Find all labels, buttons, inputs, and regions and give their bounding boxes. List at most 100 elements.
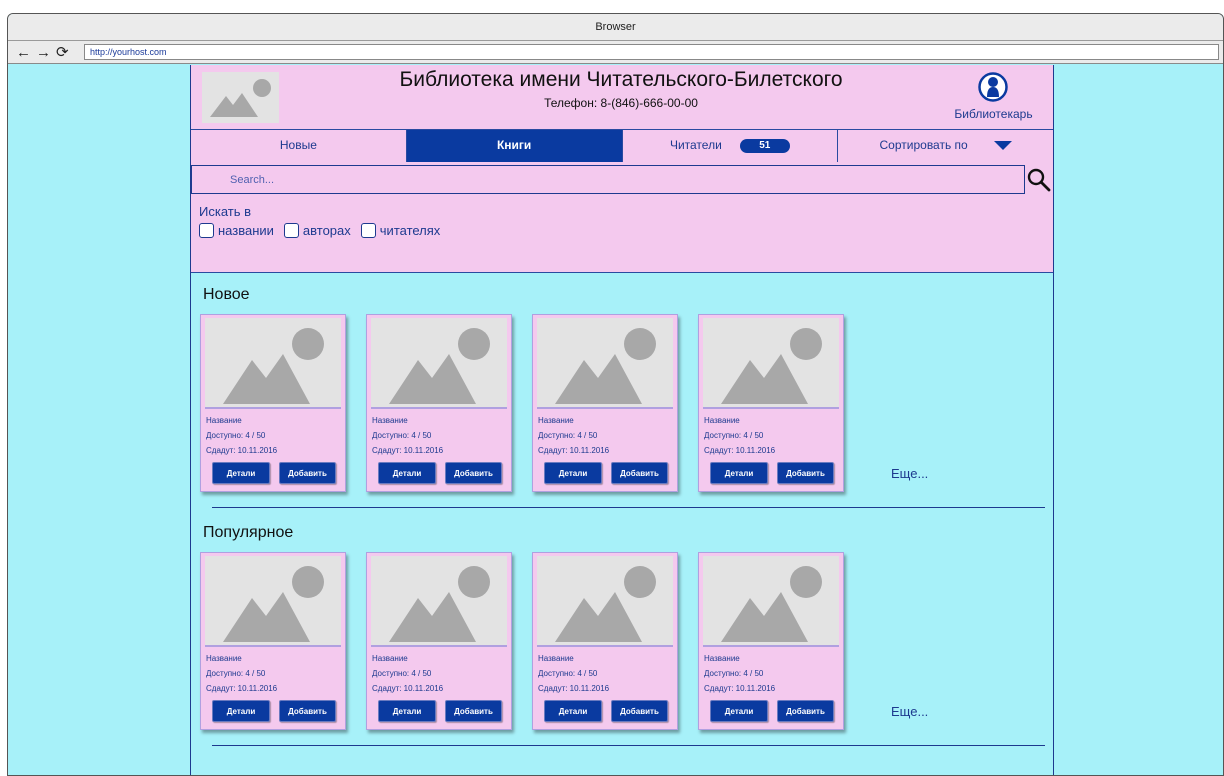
image-placeholder-icon	[223, 328, 324, 404]
book-meta: Название Доступно: 4 / 50 Сдадут: 10.11.…	[372, 651, 443, 696]
card-actions: Детали Добавить	[212, 462, 336, 484]
checkbox[interactable]	[360, 223, 376, 238]
book-title: Название	[372, 654, 408, 663]
card-actions: Детали Добавить	[544, 462, 668, 484]
more-link[interactable]: Еще...	[891, 704, 928, 719]
window-title: Browser	[8, 14, 1223, 41]
search-filters: названии авторах читателях	[199, 223, 440, 238]
forward-arrow-icon[interactable]: →	[36, 44, 53, 61]
section-divider	[212, 745, 1045, 746]
book-card[interactable]: Название Доступно: 4 / 50 Сдадут: 10.11.…	[200, 552, 346, 730]
image-placeholder-icon	[223, 566, 324, 642]
tab-label: Сортировать по	[879, 138, 968, 152]
book-cover	[537, 556, 673, 647]
book-cover	[371, 556, 507, 647]
page-title: Библиотека имени Читательского-Билетског…	[399, 68, 843, 91]
library-header: Библиотека имени Читательского-Билетског…	[191, 65, 1053, 273]
filter-readers[interactable]: читателях	[360, 223, 440, 238]
add-button[interactable]: Добавить	[279, 700, 336, 722]
add-button[interactable]: Добавить	[777, 462, 834, 484]
image-placeholder-icon	[555, 566, 656, 642]
url-field[interactable]: http://yourhost.com	[84, 44, 1219, 60]
card-actions: Детали Добавить	[212, 700, 336, 722]
sort-dropdown[interactable]: Сортировать по	[838, 130, 1053, 162]
page: Библиотека имени Читательского-Билетског…	[190, 65, 1054, 775]
book-card[interactable]: Название Доступно: 4 / 50 Сдадут: 10.11.…	[200, 314, 346, 492]
book-title: Название	[704, 416, 740, 425]
book-card[interactable]: Название Доступно: 4 / 50 Сдадут: 10.11.…	[698, 314, 844, 492]
book-due-date: Сдадут: 10.11.2016	[206, 446, 278, 455]
book-card[interactable]: Название Доступно: 4 / 50 Сдадут: 10.11.…	[698, 552, 844, 730]
filter-title[interactable]: названии	[199, 223, 274, 238]
add-button[interactable]: Добавить	[445, 462, 502, 484]
details-button[interactable]: Детали	[212, 462, 270, 484]
add-button[interactable]: Добавить	[611, 462, 668, 484]
book-meta: Название Доступно: 4 / 50 Сдадут: 10.11.…	[704, 651, 775, 696]
book-due-date: Сдадут: 10.11.2016	[538, 684, 610, 693]
tab-new[interactable]: Новые	[191, 130, 407, 162]
section-title: Новое	[203, 286, 250, 303]
image-placeholder-icon	[721, 328, 822, 404]
section-title: Популярное	[203, 524, 294, 541]
card-actions: Детали Добавить	[710, 462, 834, 484]
book-title: Название	[206, 654, 242, 663]
book-meta: Название Доступно: 4 / 50 Сдадут: 10.11.…	[206, 413, 277, 458]
checkbox[interactable]	[199, 223, 214, 238]
book-due-date: Сдадут: 10.11.2016	[704, 684, 776, 693]
book-cover	[205, 318, 341, 409]
book-card[interactable]: Название Доступно: 4 / 50 Сдадут: 10.11.…	[532, 314, 678, 492]
details-button[interactable]: Детали	[710, 462, 768, 484]
tab-books[interactable]: Книги	[406, 130, 623, 162]
details-button[interactable]: Детали	[544, 462, 602, 484]
details-button[interactable]: Детали	[378, 700, 436, 722]
book-card-list: Название Доступно: 4 / 50 Сдадут: 10.11.…	[200, 314, 844, 492]
readers-count-badge: 51	[739, 138, 790, 153]
add-button[interactable]: Добавить	[777, 700, 834, 722]
card-actions: Детали Добавить	[378, 462, 502, 484]
details-button[interactable]: Детали	[378, 462, 436, 484]
filter-authors[interactable]: авторах	[283, 223, 351, 238]
book-availability: Доступно: 4 / 50	[538, 669, 598, 678]
search-input[interactable]	[192, 166, 1024, 193]
add-button[interactable]: Добавить	[611, 700, 668, 722]
book-title: Название	[538, 654, 574, 663]
address-bar: ← → ⟳ http://yourhost.com	[8, 41, 1223, 64]
image-placeholder-icon	[210, 79, 271, 117]
back-arrow-icon[interactable]: ←	[16, 44, 33, 61]
phone-number: Телефон: 8-(846)-666-00-00	[544, 96, 698, 110]
book-meta: Название Доступно: 4 / 50 Сдадут: 10.11.…	[538, 413, 609, 458]
filter-label: авторах	[302, 223, 351, 238]
book-cover	[703, 318, 839, 409]
tab-readers[interactable]: Читатели 51	[622, 130, 839, 162]
reload-icon[interactable]: ⟳	[56, 43, 71, 61]
book-card[interactable]: Название Доступно: 4 / 50 Сдадут: 10.11.…	[366, 552, 512, 730]
tab-bar: Новые Книги Читатели 51 Сортировать по	[191, 129, 1053, 162]
book-due-date: Сдадут: 10.11.2016	[538, 446, 610, 455]
book-due-date: Сдадут: 10.11.2016	[372, 446, 444, 455]
book-title: Название	[206, 416, 242, 425]
more-link[interactable]: Еще...	[891, 466, 928, 481]
book-title: Название	[372, 416, 408, 425]
card-actions: Детали Добавить	[710, 700, 834, 722]
search-icon[interactable]	[1027, 168, 1051, 192]
image-placeholder-icon	[389, 566, 490, 642]
section-divider	[212, 507, 1045, 508]
add-button[interactable]: Добавить	[445, 700, 502, 722]
user-avatar-icon[interactable]	[978, 72, 1008, 102]
chevron-down-icon	[993, 141, 1012, 151]
details-button[interactable]: Детали	[710, 700, 768, 722]
checkbox[interactable]	[283, 223, 299, 238]
logo-placeholder	[202, 72, 279, 123]
book-meta: Название Доступно: 4 / 50 Сдадут: 10.11.…	[704, 413, 775, 458]
book-card[interactable]: Название Доступно: 4 / 50 Сдадут: 10.11.…	[366, 314, 512, 492]
tab-label: Книги	[496, 138, 532, 152]
add-button[interactable]: Добавить	[279, 462, 336, 484]
image-placeholder-icon	[721, 566, 822, 642]
details-button[interactable]: Детали	[544, 700, 602, 722]
book-card[interactable]: Название Доступно: 4 / 50 Сдадут: 10.11.…	[532, 552, 678, 730]
user-role-label[interactable]: Библиотекарь	[936, 107, 1051, 121]
book-availability: Доступно: 4 / 50	[206, 669, 266, 678]
search-in-label: Искать в	[199, 204, 252, 219]
details-button[interactable]: Детали	[212, 700, 270, 722]
tab-label: Читатели	[669, 138, 722, 152]
